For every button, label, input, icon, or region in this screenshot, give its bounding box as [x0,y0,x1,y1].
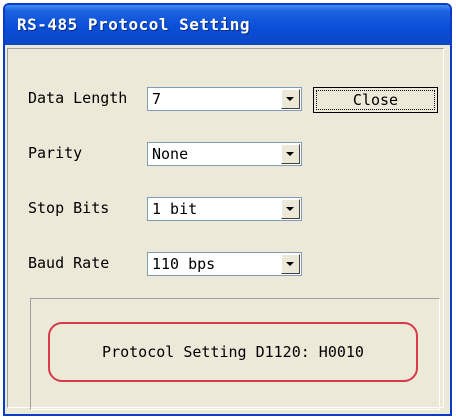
protocol-status-highlight: Protocol Setting D1120: H0010 [48,322,418,382]
stop-bits-select[interactable]: 1 bit [147,197,302,221]
parity-select[interactable]: None [147,142,302,166]
title-bar[interactable]: RS-485 Protocol Setting [5,5,450,45]
baud-rate-dropdown-button[interactable] [281,254,300,274]
data-length-label: Data Length [28,89,128,107]
parity-value: None [152,145,189,163]
chevron-down-icon [286,97,294,101]
stop-bits-value: 1 bit [152,200,198,218]
stop-bits-label: Stop Bits [28,199,110,217]
parity-dropdown-button[interactable] [281,144,300,164]
stop-bits-dropdown-button[interactable] [281,199,300,219]
chevron-down-icon [286,207,294,211]
data-length-dropdown-button[interactable] [281,89,300,109]
data-length-value: 7 [152,90,162,108]
chevron-down-icon [286,262,294,266]
close-button-label: Close [316,90,435,110]
baud-rate-value: 110 bps [152,255,216,273]
close-button[interactable]: Close [313,87,438,113]
data-length-select[interactable]: 7 [147,87,302,111]
protocol-status-text: Protocol Setting D1120: H0010 [102,343,364,361]
window-title: RS-485 Protocol Setting [17,15,251,34]
chevron-down-icon [286,152,294,156]
baud-rate-label: Baud Rate [28,254,110,272]
baud-rate-select[interactable]: 110 bps [147,252,302,276]
parity-label: Parity [28,144,83,162]
